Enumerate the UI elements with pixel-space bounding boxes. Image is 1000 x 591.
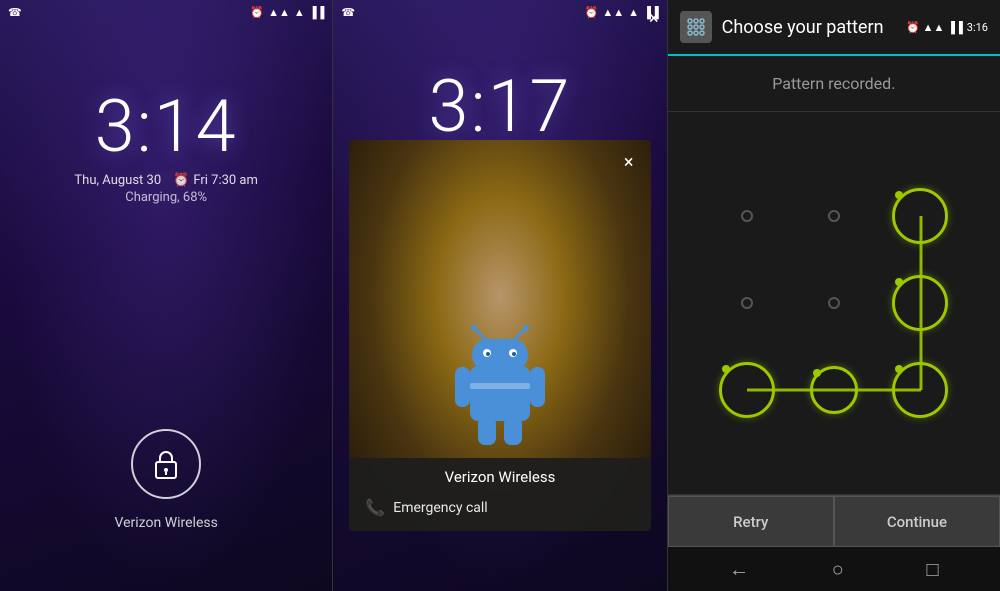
- clock-time-2: 3:17: [408, 64, 591, 149]
- close-button[interactable]: ×: [615, 148, 643, 176]
- notification-area: Verizon Wireless 📞 Emergency call: [349, 458, 650, 531]
- date-text-1: Thu, August 30: [74, 173, 161, 188]
- close-x-button[interactable]: ×: [649, 8, 659, 29]
- clock-time-1: 3:14: [74, 84, 257, 169]
- time-3: 3:16: [967, 21, 988, 34]
- panel-lockscreen-2: ☎ ⏰ ▲▲ ▲ ▐▐ 3:17 Thu, August 30 ⏰ Fri 7:…: [333, 0, 666, 591]
- charging-text-1: Charging, 68%: [74, 190, 257, 205]
- dot-inner-1-1: [828, 297, 840, 309]
- date-row-1: Thu, August 30 ⏰ Fri 7:30 am: [74, 173, 257, 188]
- dot-center-0-2: [895, 191, 903, 199]
- signal-icon-2: ▲▲: [602, 6, 624, 19]
- alarm-icon-1: ⏰: [250, 6, 264, 19]
- phone-icon: 📞: [365, 498, 385, 517]
- photo-overlay: × Verizon Wireless 📞 Emergency call: [349, 140, 650, 531]
- dot-0-1[interactable]: [790, 173, 877, 260]
- pattern-button-row: Retry Continue: [668, 495, 1000, 547]
- alarm-icon-text-1: ⏰: [173, 173, 189, 188]
- carrier-label-2: Verizon Wireless: [365, 468, 634, 486]
- recent-button[interactable]: □: [927, 557, 939, 582]
- pattern-status-text: Pattern recorded.: [668, 56, 1000, 111]
- pattern-header: Choose your pattern ⏰ ▲▲ ▐▐ 3:16: [668, 0, 1000, 56]
- carrier-icon-1: ☎: [8, 6, 22, 19]
- header-pattern-icon: [680, 11, 712, 43]
- status-bar-3: ⏰ ▲▲ ▐▐ 3:16: [906, 21, 988, 34]
- nav-bar: ← ○ □: [668, 547, 1000, 591]
- pattern-lock-icon: [686, 17, 706, 37]
- dot-2-2[interactable]: [877, 346, 964, 433]
- dot-center-2-0: [722, 365, 730, 373]
- dot-active-1-2: [892, 275, 948, 331]
- home-button[interactable]: ○: [832, 557, 844, 582]
- wifi-icon-1: ▲: [294, 6, 305, 19]
- continue-button[interactable]: Continue: [834, 496, 1000, 547]
- dot-active-2-2: [892, 362, 948, 418]
- dot-center-1-2: [895, 278, 903, 286]
- dot-inner-1-0: [741, 297, 753, 309]
- time-display-1: 3:14 Thu, August 30 ⏰ Fri 7:30 am Chargi…: [74, 84, 257, 205]
- dot-1-1[interactable]: [790, 260, 877, 347]
- dot-0-0[interactable]: [704, 173, 791, 260]
- dot-0-2[interactable]: [877, 173, 964, 260]
- signal-icon-1: ▲▲: [268, 6, 290, 19]
- status-icons-2: ⏰ ▲▲ ▲ ▐▐: [585, 6, 659, 19]
- lock-circle[interactable]: [131, 429, 201, 499]
- lock-icon: [150, 446, 182, 482]
- dot-center-2-1: [813, 369, 821, 377]
- pattern-grid-area[interactable]: [668, 112, 1000, 494]
- android-robot-image: [450, 321, 550, 451]
- emergency-row[interactable]: 📞 Emergency call: [365, 494, 634, 521]
- dot-inner-0-1: [828, 210, 840, 222]
- emergency-text: Emergency call: [393, 500, 487, 516]
- dot-2-1[interactable]: [790, 346, 877, 433]
- carrier-label-1: Verizon Wireless: [114, 515, 217, 531]
- carrier-icon-2: ☎: [341, 6, 355, 19]
- pattern-grid[interactable]: [704, 173, 964, 433]
- status-bar-2: ☎ ⏰ ▲▲ ▲ ▐▐: [333, 0, 666, 24]
- lock-icon-area[interactable]: Verizon Wireless: [114, 429, 217, 531]
- dot-1-2[interactable]: [877, 260, 964, 347]
- pattern-title: Choose your pattern: [722, 17, 897, 38]
- alarm-info-1: ⏰ Fri 7:30 am: [173, 173, 258, 188]
- dot-active-2-0: [719, 362, 775, 418]
- dot-center-2-2: [895, 365, 903, 373]
- alarm-icon-2: ⏰: [585, 6, 599, 19]
- alarm-time-1: Fri 7:30 am: [193, 173, 258, 188]
- dot-1-0[interactable]: [704, 260, 791, 347]
- status-bar-1: ☎ ⏰ ▲▲ ▲ ▐▐: [0, 0, 332, 24]
- dot-active-0-2: [892, 188, 948, 244]
- dot-2-0[interactable]: [704, 346, 791, 433]
- dot-active-2-1: [810, 366, 858, 414]
- panel-pattern: Choose your pattern ⏰ ▲▲ ▐▐ 3:16 Pattern…: [668, 0, 1000, 591]
- retry-button[interactable]: Retry: [668, 496, 834, 547]
- status-icons-1: ⏰ ▲▲ ▲ ▐▐: [250, 6, 324, 19]
- dot-inner-0-0: [741, 210, 753, 222]
- back-button[interactable]: ←: [729, 557, 749, 582]
- battery-icon-1: ▐▐: [309, 6, 325, 19]
- wifi-icon-2: ▲: [628, 6, 639, 19]
- status-icons-3: ⏰ ▲▲ ▐▐: [906, 21, 963, 34]
- panel-lockscreen-1: ☎ ⏰ ▲▲ ▲ ▐▐ 3:14 Thu, August 30 ⏰ Fri 7:…: [0, 0, 332, 591]
